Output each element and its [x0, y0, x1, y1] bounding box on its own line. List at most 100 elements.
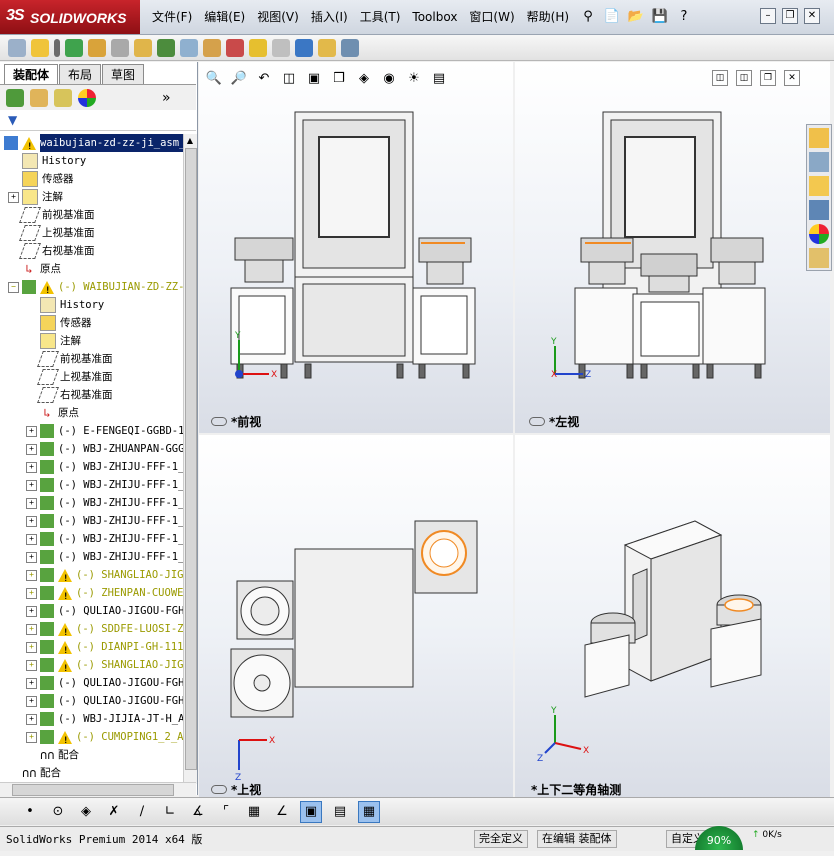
- convert-entities-icon[interactable]: ⌜: [216, 802, 236, 822]
- expand-toggle-icon[interactable]: +: [26, 443, 37, 455]
- reference-geometry-icon[interactable]: [180, 38, 198, 57]
- tree-component[interactable]: + (-) WBJ-ZHIJU-FFF-1_: [26, 458, 184, 476]
- expand-toggle-icon[interactable]: +: [8, 191, 19, 203]
- section-view-icon[interactable]: ◫: [279, 68, 299, 88]
- expand-toggle-icon[interactable]: +: [26, 425, 37, 437]
- file-explorer-icon[interactable]: [809, 176, 829, 196]
- scroll-thumb[interactable]: [185, 148, 197, 770]
- expand-toggle-icon[interactable]: +: [26, 659, 37, 671]
- circle-icon[interactable]: ⊙: [48, 802, 68, 822]
- shaded-view-icon[interactable]: ▣: [300, 800, 322, 823]
- tree-item-front-plane[interactable]: 前视基准面: [19, 206, 95, 224]
- viewport-front[interactable]: Y X *前视: [199, 62, 513, 433]
- help-icon[interactable]: ?: [674, 6, 694, 26]
- tree-component[interactable]: + (-) QULIAO-JIGOU-FGH: [26, 692, 184, 710]
- configuration-manager-icon[interactable]: [54, 88, 72, 107]
- clearance-verification-icon[interactable]: [318, 38, 336, 57]
- tree-sub-top-plane[interactable]: 上视基准面: [37, 368, 113, 386]
- edit-appearance-icon[interactable]: ◉: [379, 68, 399, 88]
- viewport-isometric[interactable]: Y X Z *上下二等角轴测: [515, 435, 830, 797]
- property-manager-icon[interactable]: [30, 88, 48, 107]
- offset-icon[interactable]: ∡: [188, 802, 208, 822]
- tree-root-mates[interactable]: ∩∩ 配合: [22, 764, 61, 782]
- exploded-view-icon[interactable]: [249, 38, 267, 57]
- expand-toggle-icon[interactable]: +: [26, 587, 37, 599]
- expand-toggle-icon[interactable]: +: [26, 479, 37, 491]
- zoom-to-fit-icon[interactable]: 🔍: [204, 68, 224, 88]
- viewport-left[interactable]: Y X Z *左视: [515, 62, 830, 433]
- tree-component[interactable]: + (-) WBJ-ZHIJU-FFF-1_: [26, 530, 184, 548]
- expand-toggle-icon[interactable]: +: [26, 551, 37, 563]
- feature-manager-icon[interactable]: [6, 88, 24, 107]
- viewport-top[interactable]: Z X *上视: [199, 435, 513, 797]
- custom-properties-icon[interactable]: [809, 248, 829, 268]
- restore-button[interactable]: ❐: [782, 8, 798, 24]
- tree-root[interactable]: waibujian-zd-zz-ji_asm_: [4, 134, 186, 156]
- h-scroll-thumb[interactable]: [12, 784, 174, 796]
- menu-toolbox[interactable]: Toolbox: [406, 0, 463, 34]
- expand-toggle-icon[interactable]: +: [26, 641, 37, 653]
- tree-component[interactable]: + (-) DIANPI-GH-111: [26, 638, 183, 660]
- tree-component[interactable]: + (-) CUMOPING1_2_A: [26, 728, 183, 750]
- hide-show-items-icon[interactable]: ◈: [354, 68, 374, 88]
- expand-toggle-icon[interactable]: +: [26, 695, 37, 707]
- tree-component[interactable]: + (-) E-FENGEQI-GGBD-1: [26, 422, 184, 440]
- appearances-icon[interactable]: [809, 224, 829, 244]
- expand-toggle-icon[interactable]: +: [26, 605, 37, 617]
- open-folder-icon[interactable]: 📂: [626, 6, 646, 26]
- tree-component[interactable]: + (-) SHANGLIAO-JIG: [26, 656, 183, 678]
- line-icon[interactable]: ∕: [132, 802, 152, 822]
- expand-toggle-icon[interactable]: +: [26, 533, 37, 545]
- viewport-link-icon[interactable]: ◫: [736, 70, 752, 86]
- show-hidden-icon[interactable]: [134, 38, 152, 57]
- expand-chevron-icon[interactable]: »: [162, 90, 171, 106]
- assembly-features-icon[interactable]: [157, 38, 175, 57]
- bill-of-materials-icon[interactable]: [226, 38, 244, 57]
- scroll-up-icon[interactable]: ▲: [185, 136, 195, 146]
- point-icon[interactable]: •: [20, 802, 40, 822]
- expand-toggle-icon[interactable]: +: [26, 623, 37, 635]
- new-motion-study-icon[interactable]: [203, 38, 221, 57]
- expand-toggle-icon[interactable]: +: [26, 497, 37, 509]
- tree-item-top-plane[interactable]: 上视基准面: [19, 224, 95, 242]
- tab-assembly[interactable]: 装配体: [4, 64, 59, 84]
- solidworks-logo[interactable]: 3S SOLIDWORKS: [0, 0, 140, 34]
- view-settings-icon[interactable]: ▤: [429, 68, 449, 88]
- view-visibility-icon[interactable]: [211, 785, 227, 794]
- grid-icon[interactable]: ▦: [244, 802, 264, 822]
- minimize-button[interactable]: –: [760, 8, 776, 24]
- tree-item-sensors[interactable]: 传感器: [22, 170, 74, 188]
- tree-component[interactable]: + (-) QULIAO-JIGOU-FGH: [26, 602, 184, 620]
- tree-component[interactable]: + (-) QULIAO-JIGOU-FGH: [26, 674, 184, 692]
- pin-icon[interactable]: ⚲: [578, 6, 598, 26]
- menu-window[interactable]: 窗口(W): [463, 0, 520, 34]
- viewport-layout-icon[interactable]: ◫: [712, 70, 728, 86]
- tree-sub-annotations[interactable]: 注解: [40, 332, 81, 350]
- tree-filter[interactable]: ▼: [0, 112, 196, 131]
- menu-view[interactable]: 视图(V): [251, 0, 305, 34]
- tree-component[interactable]: + (-) WBJ-ZHIJU-FFF-1_: [26, 548, 184, 566]
- tree-sub-right-plane[interactable]: 右视基准面: [37, 386, 113, 404]
- move-component-icon[interactable]: [111, 38, 129, 57]
- viewport-restore-icon[interactable]: ❐: [760, 70, 776, 86]
- tree-component[interactable]: + (-) SDDFE-LUOSI-Z: [26, 620, 183, 642]
- mate-icon[interactable]: [54, 38, 60, 57]
- angle-icon[interactable]: ∠: [272, 802, 292, 822]
- tree-sub-mates[interactable]: ∩∩ 配合: [40, 746, 79, 764]
- edit-component-icon[interactable]: [8, 38, 26, 57]
- expand-toggle-icon[interactable]: +: [26, 731, 37, 743]
- tree-component[interactable]: + (-) SHANGLIAO-JIG: [26, 566, 183, 588]
- linear-pattern-icon[interactable]: [65, 38, 83, 57]
- tree-horizontal-scrollbar[interactable]: [0, 782, 196, 796]
- close-button[interactable]: ✕: [804, 8, 820, 24]
- display-manager-icon[interactable]: [78, 88, 96, 107]
- single-view-icon[interactable]: ▤: [330, 802, 350, 822]
- solidworks-resources-icon[interactable]: [809, 128, 829, 148]
- expand-toggle-icon[interactable]: +: [26, 569, 37, 581]
- tree-vertical-scrollbar[interactable]: ▲: [183, 134, 197, 784]
- four-view-icon[interactable]: ▦: [358, 800, 380, 823]
- tree-component[interactable]: + (-) ZHENPAN-CUOWE: [26, 584, 183, 606]
- expand-toggle-icon[interactable]: +: [26, 461, 37, 473]
- menu-insert[interactable]: 插入(I): [305, 0, 354, 34]
- display-style-icon[interactable]: ❒: [329, 68, 349, 88]
